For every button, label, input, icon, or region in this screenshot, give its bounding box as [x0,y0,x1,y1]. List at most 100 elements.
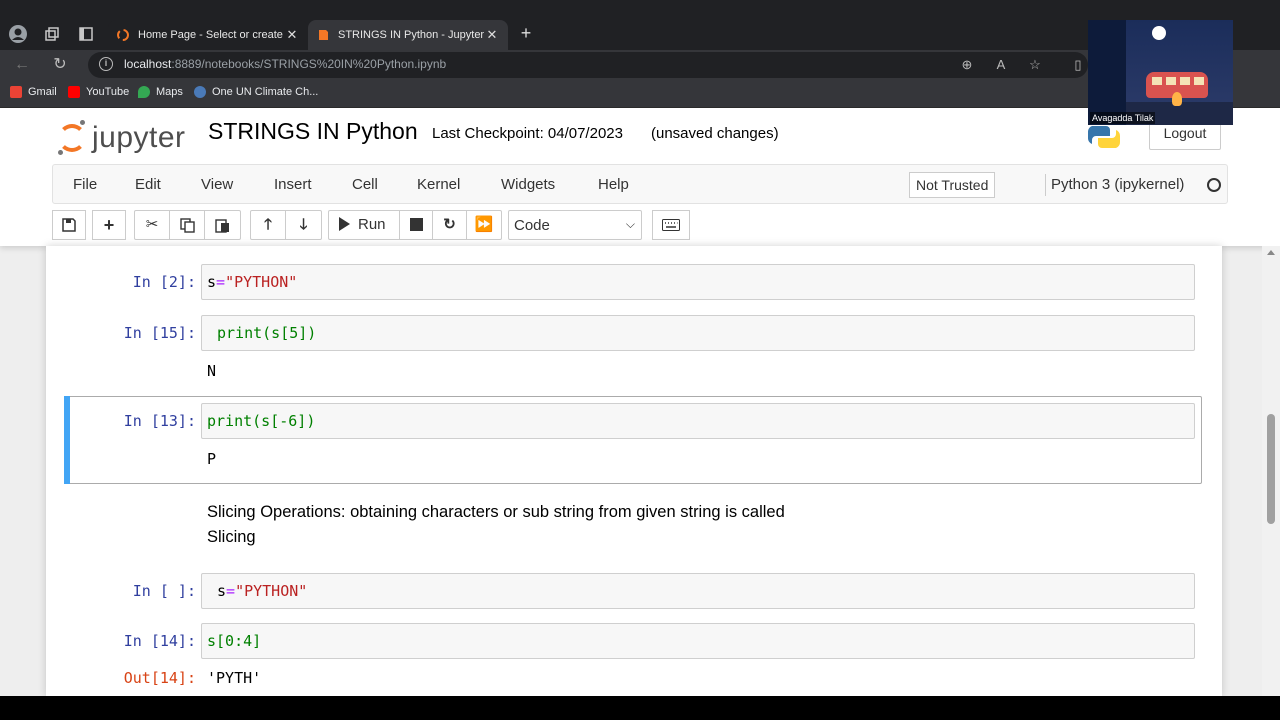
bookmark-maps[interactable]: Maps [138,86,183,98]
youtube-icon [68,86,80,98]
page-scrollbar[interactable] [1262,246,1280,696]
move-up-button[interactable]: 🡑 [250,210,286,240]
menu-view[interactable]: View [201,176,233,193]
code-cell-input[interactable]: print(s[5]) [201,315,1195,351]
close-tab-icon[interactable]: ✕ [284,27,300,43]
restart-run-all-button[interactable]: ⏩ [466,210,502,240]
code-token: s [207,273,217,291]
gmail-icon [10,86,22,98]
profile-icon[interactable] [6,22,30,46]
campfire-icon [1172,92,1182,106]
autosave-status: (unsaved changes) [651,125,779,142]
kernel-idle-indicator-icon [1207,178,1221,192]
code-cell-input[interactable]: s="PYTHON" [201,264,1195,300]
menu-edit[interactable]: Edit [135,176,161,193]
code-token: = [226,582,236,600]
menu-widgets[interactable]: Widgets [501,176,555,193]
new-tab-button[interactable]: + [514,22,538,46]
input-prompt: In [2]: [132,273,196,291]
menu-help[interactable]: Help [598,176,629,193]
scissors-icon: ✂ [145,216,159,233]
cell-output: N [207,362,217,380]
menu-file[interactable]: File [73,176,97,193]
restart-icon: ↻ [443,216,456,233]
cell-type-select[interactable]: Code ⌵ [508,210,642,240]
bookmark-youtube[interactable]: YouTube [68,86,129,98]
code-text: print(s[5]) [217,324,317,342]
menu-kernel[interactable]: Kernel [417,176,460,193]
interrupt-kernel-button[interactable] [399,210,433,240]
code-cell-input[interactable]: print(s[-6]) [201,403,1195,439]
notebook-header: jupyter STRINGS IN Python Last Checkpoin… [0,108,1280,246]
bookmark-gmail[interactable]: Gmail [10,86,57,98]
arrow-down-icon: 🡓 [299,216,308,233]
restart-kernel-button[interactable]: ↻ [432,210,467,240]
run-button[interactable]: Run [328,210,400,240]
code-cell-input[interactable]: s[0:4] [201,623,1195,659]
trust-notebook-button[interactable]: Not Trusted [909,172,996,198]
notebook-favicon-icon [319,30,328,40]
tab-title: STRINGS IN Python - Jupyter Notebook [338,29,484,41]
markdown-text: Slicing Operations: obtaining characters… [207,503,785,521]
workspaces-icon[interactable] [40,22,64,46]
move-down-button[interactable]: 🡓 [285,210,322,240]
input-prompt: In [14]: [123,632,196,650]
plus-icon: + [103,215,115,235]
tab-actions-icon[interactable] [74,22,98,46]
notebook-name[interactable]: STRINGS IN Python [208,118,418,145]
cell-type-value: Code [514,217,550,234]
back-icon[interactable]: ← [10,53,34,77]
selection-bar [64,396,70,484]
input-prompt: In [13]: [123,412,196,430]
tab-title: Home Page - Select or create a notebook [138,29,284,41]
code-token: "PYTHON" [225,273,298,291]
reload-icon[interactable]: ↻ [48,53,72,77]
bookmark-label: Maps [156,86,183,98]
cut-button[interactable]: ✂ [134,210,170,240]
menu-cell[interactable]: Cell [352,176,378,193]
menu-insert[interactable]: Insert [274,176,312,193]
paste-button[interactable] [204,210,241,240]
code-token: s [217,582,227,600]
close-tab-icon[interactable]: ✕ [484,27,500,43]
keyboard-icon [662,219,680,231]
markdown-cell[interactable]: Slicing Operations: obtaining characters… [207,500,907,550]
address-bar[interactable]: i localhost:8889/notebooks/STRINGS%20IN%… [88,52,1088,78]
jupyter-logo-icon [56,120,86,156]
code-cell-input[interactable]: s="PYTHON" [201,573,1195,609]
scrollbar-thumb[interactable] [1267,414,1275,524]
kernel-name: Python 3 (ipykernel) [1051,176,1185,193]
python-logo-icon [1087,126,1121,148]
scroll-up-icon[interactable] [1267,250,1275,255]
stop-icon [409,218,423,231]
tab-strings-notebook[interactable]: STRINGS IN Python - Jupyter Notebook ✕ [308,20,508,50]
code-token: "PYTHON" [235,582,308,600]
split-screen-icon[interactable]: ▯ [1066,53,1090,77]
tab-home-page[interactable]: Home Page - Select or create a notebook … [108,20,308,50]
code-token: = [216,273,226,291]
favorite-star-icon[interactable]: ☆ [1026,56,1044,74]
read-aloud-icon[interactable]: A [992,56,1010,74]
copy-icon [179,218,195,233]
bookmark-label: One UN Climate Ch... [212,86,319,98]
bookmark-un-climate[interactable]: One UN Climate Ch... [194,86,318,98]
site-info-icon[interactable]: i [99,57,113,71]
jupyter-logo[interactable]: jupyter [56,116,186,160]
cell-output: P [207,450,217,468]
cell-output: 'PYTH' [207,669,262,687]
menu-bar: File Edit View Insert Cell Kernel Widget… [52,164,1228,204]
run-label: Run [358,216,386,233]
maps-icon [138,86,150,98]
code-text: print(s[-6]) [207,412,316,430]
notebook-container: In [2]: s="PYTHON" In [15]: print(s[5]) … [46,246,1222,696]
un-globe-icon [194,86,206,98]
insert-cell-button[interactable]: + [92,210,126,240]
paste-icon [215,219,229,233]
copy-button[interactable] [169,210,205,240]
zoom-icon[interactable]: ⊕ [958,56,976,74]
save-button[interactable] [52,210,86,240]
command-palette-button[interactable] [652,210,690,240]
jupyter-page: jupyter STRINGS IN Python Last Checkpoin… [0,108,1280,696]
notebook-toolbar: + ✂ 🡑 🡓 Run ↻ ⏩ Code ⌵ [52,208,1228,242]
bookmark-label: Gmail [28,86,57,98]
